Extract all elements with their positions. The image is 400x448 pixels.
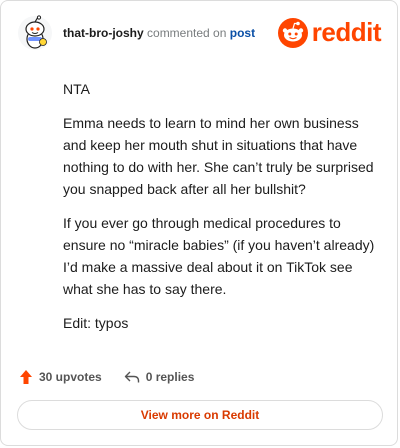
- comment-paragraph: NTA: [63, 81, 90, 97]
- brand-wordmark: reddit: [311, 17, 382, 47]
- comment-header: that-bro-joshy commented on post reddit: [17, 15, 382, 51]
- comment-paragraph: Emma needs to learn to mind her own busi…: [63, 115, 374, 197]
- avatar[interactable]: [17, 15, 53, 51]
- reply-arrow-icon: [124, 371, 139, 383]
- action-text: commented on: [147, 26, 227, 40]
- comment-actions: 30 upvotes 0 replies: [19, 367, 216, 387]
- upvote-count: 30 upvotes: [39, 370, 102, 384]
- username-link[interactable]: that-bro-joshy: [63, 26, 144, 40]
- comment-paragraph: If you ever go through medical procedure…: [63, 215, 375, 297]
- reddit-logo[interactable]: reddit: [277, 17, 382, 48]
- upvote-arrow-icon: [20, 370, 32, 384]
- comment-body: NTA Emma needs to learn to mind her own …: [63, 78, 383, 346]
- snoo-avatar-icon: [18, 15, 52, 50]
- reddit-snoo-icon: [277, 17, 308, 48]
- post-link[interactable]: post: [230, 26, 255, 40]
- comment-meta: that-bro-joshy commented on post: [63, 26, 255, 40]
- comment-card: that-bro-joshy commented on post reddit …: [0, 0, 398, 446]
- view-more-button[interactable]: View more on Reddit: [17, 400, 383, 430]
- reply-count: 0 replies: [145, 370, 195, 384]
- reply-button[interactable]: 0 replies: [124, 370, 195, 384]
- comment-paragraph: Edit: typos: [63, 315, 129, 331]
- upvote-button[interactable]: 30 upvotes: [19, 369, 102, 385]
